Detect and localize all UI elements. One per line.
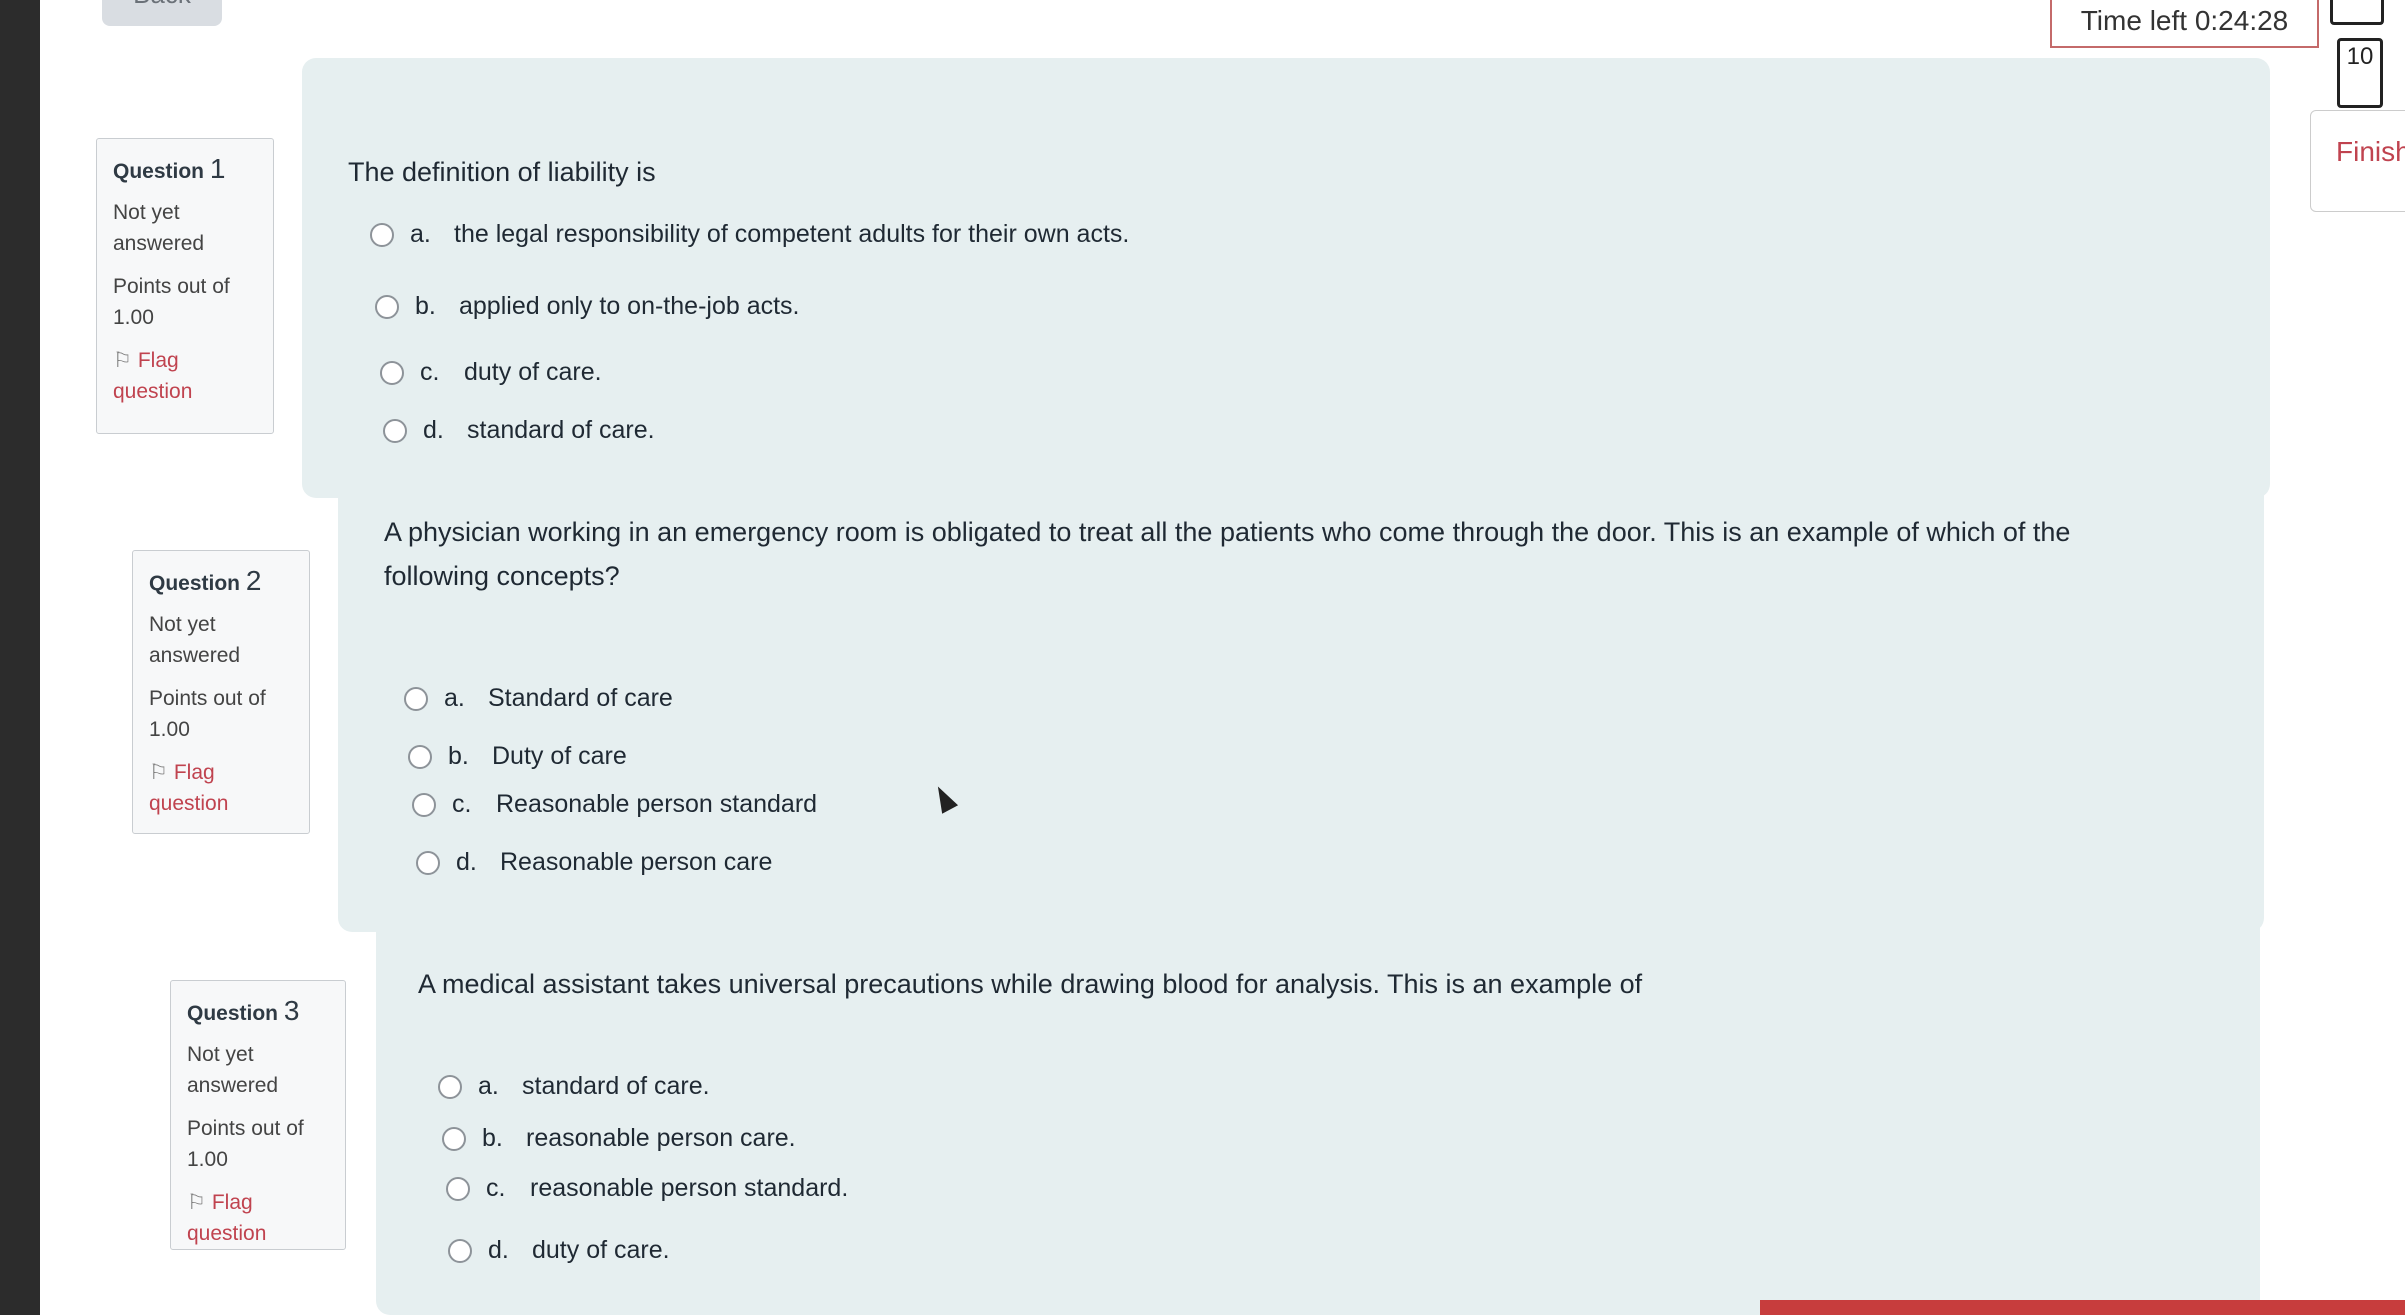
radio-button[interactable] bbox=[380, 360, 404, 385]
answer-option-a[interactable]: a. the legal responsibility of competent … bbox=[370, 220, 1129, 249]
radio-button[interactable] bbox=[404, 686, 428, 711]
radio-button[interactable] bbox=[448, 1238, 472, 1263]
time-left: Time left 0:24:28 bbox=[2050, 0, 2319, 48]
quiz-screen: Back Time left 0:24:28 10 Finish Questio… bbox=[40, 0, 2405, 1315]
answer-option-d[interactable]: d. duty of care. bbox=[448, 1236, 670, 1265]
radio-button[interactable] bbox=[446, 1176, 470, 1201]
question-state: Not yet answered bbox=[187, 1043, 279, 1097]
answer-option-b[interactable]: b. applied only to on-the-job acts. bbox=[375, 292, 800, 321]
answer-option-d[interactable]: d. standard of care. bbox=[383, 416, 655, 445]
radio-button[interactable] bbox=[442, 1126, 466, 1151]
radio-button[interactable] bbox=[370, 222, 394, 247]
flag-icon: ⚐ bbox=[187, 1191, 206, 1214]
question-number: Question 3 bbox=[187, 995, 300, 1026]
flag-question-link[interactable]: ⚐ Flag question bbox=[149, 757, 293, 819]
answer-option-b[interactable]: b. reasonable person care. bbox=[442, 1124, 796, 1153]
question-points: Points out of 1.00 bbox=[187, 1117, 304, 1171]
radio-button[interactable] bbox=[375, 294, 399, 319]
question-number: Question 2 bbox=[149, 565, 262, 596]
flag-question-link[interactable]: ⚐ Flag question bbox=[113, 345, 257, 407]
answer-option-c[interactable]: c. reasonable person standard. bbox=[446, 1174, 848, 1203]
answer-option-d[interactable]: d. Reasonable person care bbox=[416, 848, 772, 877]
answer-option-a[interactable]: a. standard of care. bbox=[438, 1072, 710, 1101]
question-text: A physician working in an emergency room… bbox=[384, 517, 2071, 591]
question-info-1: Question 1 Not yet answered Points out o… bbox=[96, 138, 274, 434]
quiz-nav-question-10[interactable]: 10 bbox=[2337, 38, 2383, 108]
flag-question-link[interactable]: ⚐ Flag question bbox=[187, 1187, 329, 1249]
flag-icon: ⚐ bbox=[113, 349, 132, 372]
flag-icon: ⚐ bbox=[149, 761, 168, 784]
question-number: Question 1 bbox=[113, 153, 226, 184]
radio-button[interactable] bbox=[416, 850, 440, 875]
answer-option-c[interactable]: c. Reasonable person standard bbox=[412, 790, 817, 819]
answer-option-b[interactable]: b. Duty of care bbox=[408, 742, 627, 771]
question-text: The definition of liability is bbox=[348, 157, 656, 187]
question-state: Not yet answered bbox=[113, 201, 205, 255]
finish-attempt-link[interactable]: Finish bbox=[2336, 136, 2405, 168]
radio-button[interactable] bbox=[383, 418, 407, 443]
answer-option-a[interactable]: a. Standard of care bbox=[404, 684, 673, 713]
quiz-nav-box-partial[interactable] bbox=[2330, 0, 2384, 25]
question-points: Points out of 1.00 bbox=[149, 687, 266, 741]
radio-button[interactable] bbox=[408, 744, 432, 769]
radio-button[interactable] bbox=[438, 1074, 462, 1099]
taskbar-strip bbox=[1760, 1300, 2405, 1315]
back-button[interactable]: Back bbox=[102, 0, 222, 26]
answer-option-c[interactable]: c. duty of care. bbox=[380, 358, 602, 387]
question-points: Points out of 1.00 bbox=[113, 275, 230, 329]
question-state: Not yet answered bbox=[149, 613, 241, 667]
radio-button[interactable] bbox=[412, 792, 436, 817]
question-text: A medical assistant takes universal prec… bbox=[418, 969, 1643, 999]
question-info-2: Question 2 Not yet answered Points out o… bbox=[132, 550, 310, 834]
question-info-3: Question 3 Not yet answered Points out o… bbox=[170, 980, 346, 1250]
